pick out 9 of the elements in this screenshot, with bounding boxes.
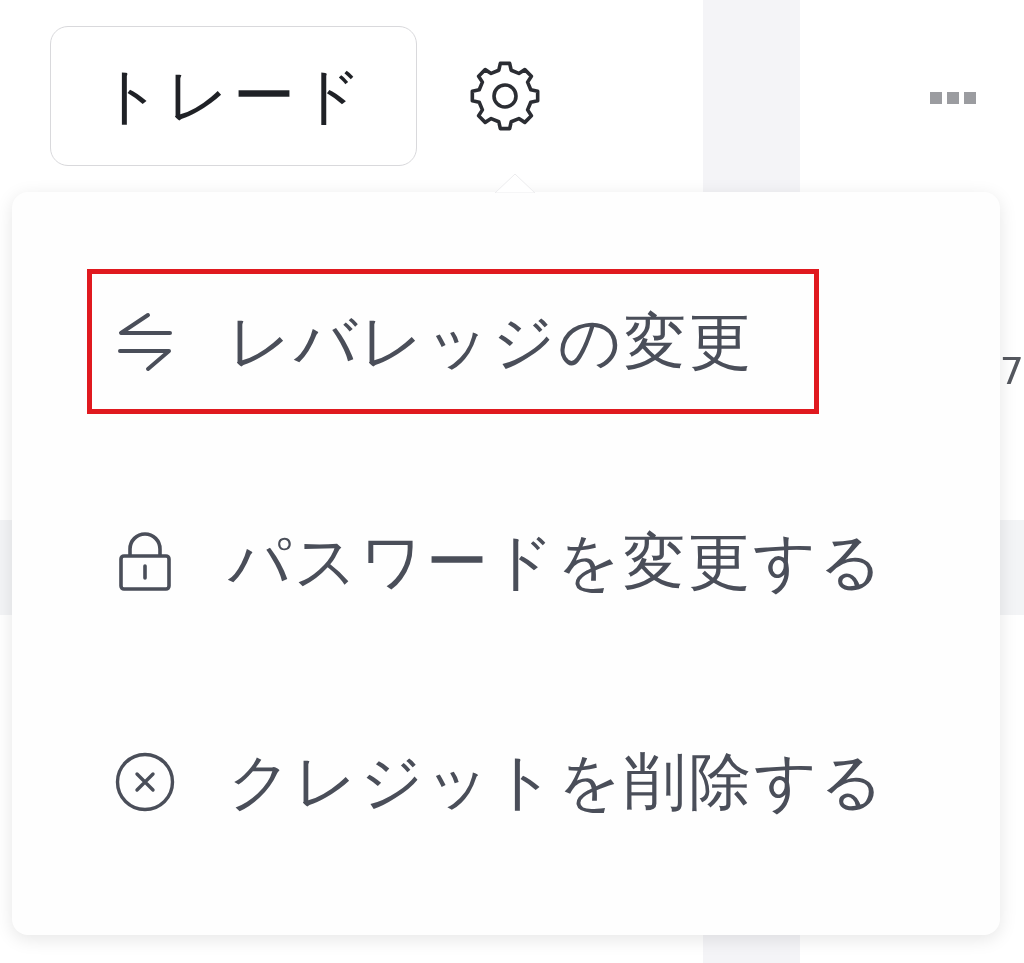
more-icon[interactable] <box>930 92 976 104</box>
trade-button[interactable]: トレード <box>50 26 417 166</box>
menu-item[interactable]: パスワードを変更する <box>87 489 950 634</box>
swap-arrows-icon <box>115 311 175 372</box>
menu-item[interactable]: レバレッジの変更 <box>87 269 819 414</box>
circle-x-icon <box>115 751 175 812</box>
settings-icon[interactable] <box>469 60 541 132</box>
menu-item[interactable]: クレジットを削除する <box>87 709 951 854</box>
cell-text: 7 <box>999 352 1024 390</box>
